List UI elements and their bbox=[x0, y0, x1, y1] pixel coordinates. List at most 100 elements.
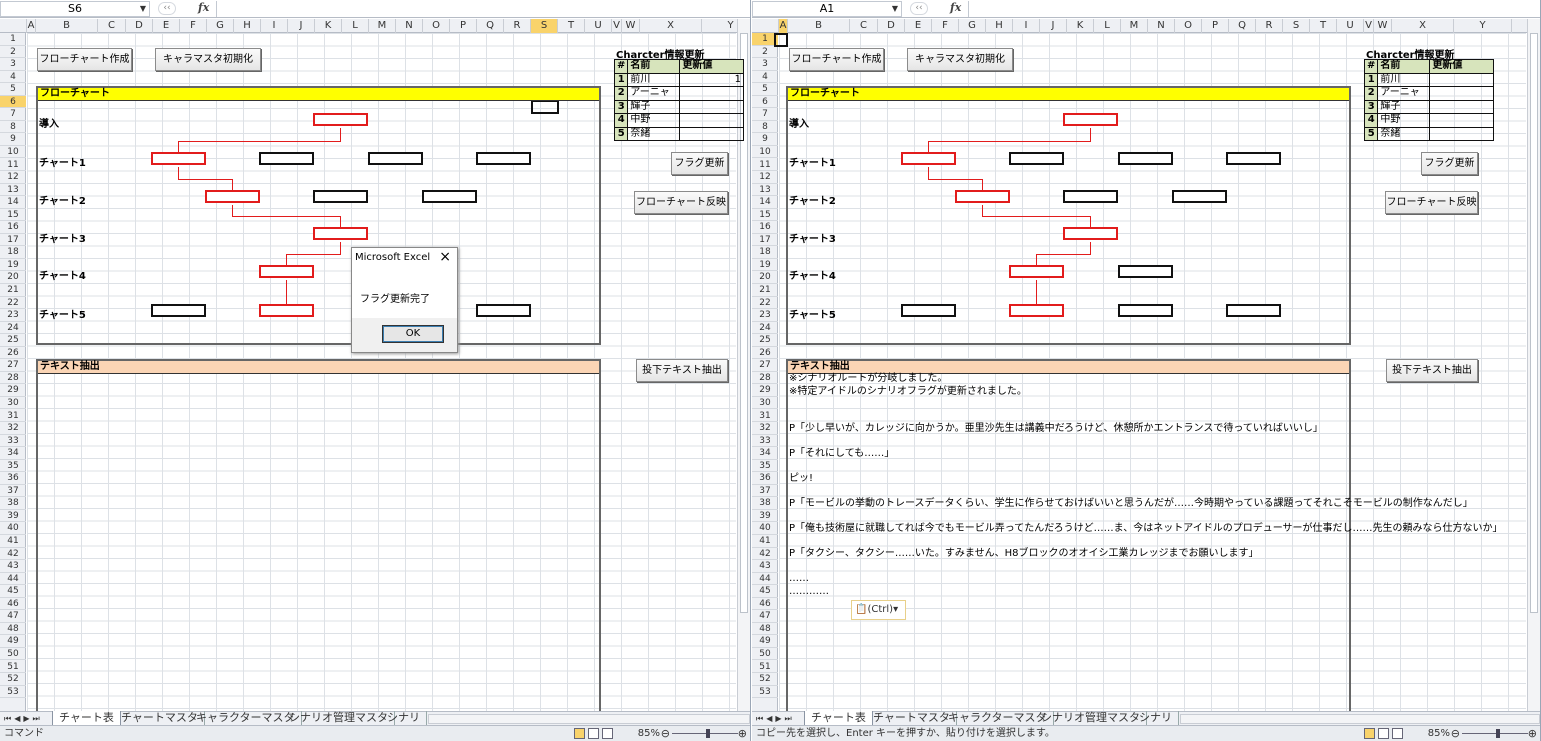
column-letter[interactable]: G bbox=[959, 19, 986, 33]
flow-node[interactable] bbox=[1118, 304, 1173, 317]
zoom-level[interactable]: 85% bbox=[1428, 726, 1450, 741]
table-cell[interactable] bbox=[1429, 126, 1494, 141]
column-header[interactable]: ABCDEFGHIJKLMNOPQRSTUVWXY bbox=[0, 19, 750, 33]
table-cell[interactable] bbox=[679, 99, 744, 114]
init-chara-button[interactable]: キャラマスタ初期化 bbox=[907, 48, 1013, 71]
zoom-out-icon[interactable]: ⊖ bbox=[1451, 726, 1460, 741]
column-letter[interactable]: C bbox=[98, 19, 126, 33]
name-box[interactable]: S6 ▼ bbox=[0, 1, 150, 17]
row-number[interactable]: 50 bbox=[752, 648, 778, 661]
row-number[interactable]: 9 bbox=[752, 133, 778, 146]
column-letter[interactable]: Y bbox=[1454, 19, 1512, 33]
row-number[interactable]: 37 bbox=[0, 485, 26, 498]
selected-cell[interactable] bbox=[774, 33, 788, 47]
tab-scenario[interactable]: シナリ bbox=[1133, 711, 1179, 726]
row-number[interactable]: 21 bbox=[752, 284, 778, 297]
row-number[interactable]: 52 bbox=[752, 673, 778, 686]
page-layout-icon[interactable] bbox=[588, 728, 599, 739]
row-number[interactable]: 23 bbox=[752, 309, 778, 322]
flow-node[interactable] bbox=[151, 304, 206, 317]
row-number[interactable]: 17 bbox=[752, 234, 778, 247]
row-number[interactable]: 52 bbox=[0, 673, 26, 686]
flow-node[interactable] bbox=[476, 152, 531, 165]
table-cell[interactable]: 奈緒 bbox=[627, 126, 681, 141]
row-number[interactable]: 39 bbox=[0, 510, 26, 523]
row-number[interactable]: 9 bbox=[0, 133, 26, 146]
row-number[interactable]: 8 bbox=[0, 121, 26, 134]
flow-node[interactable] bbox=[1172, 190, 1227, 203]
row-number[interactable]: 37 bbox=[752, 485, 778, 498]
row-number[interactable]: 27 bbox=[0, 359, 26, 372]
extract-text-button[interactable]: 投下テキスト抽出 bbox=[1386, 359, 1478, 382]
flow-node[interactable] bbox=[205, 190, 260, 203]
create-flowchart-button[interactable]: フローチャート作成 bbox=[789, 48, 884, 71]
flow-node[interactable] bbox=[151, 152, 206, 165]
column-letter[interactable]: R bbox=[1256, 19, 1283, 33]
row-number[interactable]: 17 bbox=[0, 234, 26, 247]
row-number[interactable]: 30 bbox=[0, 397, 26, 410]
row-number[interactable]: 19 bbox=[0, 259, 26, 272]
column-letter[interactable]: L bbox=[1094, 19, 1121, 33]
row-number[interactable]: 10 bbox=[0, 146, 26, 159]
flow-node[interactable] bbox=[259, 265, 314, 278]
zoom-slider[interactable] bbox=[1462, 729, 1528, 738]
tab-scenario-master[interactable]: シナリオ管理マスタ bbox=[1035, 711, 1147, 726]
column-letter[interactable]: V bbox=[612, 19, 622, 33]
table-cell[interactable]: 1 bbox=[1363, 72, 1379, 87]
column-letter[interactable]: P bbox=[1202, 19, 1229, 33]
row-number[interactable]: 38 bbox=[752, 497, 778, 510]
column-letter[interactable]: T bbox=[1310, 19, 1337, 33]
row-number[interactable]: 2 bbox=[0, 46, 26, 59]
row-number[interactable]: 11 bbox=[0, 159, 26, 171]
column-letter[interactable]: E bbox=[153, 19, 180, 33]
row-number[interactable]: 7 bbox=[752, 108, 778, 121]
row-number[interactable]: 42 bbox=[752, 548, 778, 561]
row-number[interactable]: 5 bbox=[0, 83, 26, 96]
table-cell[interactable]: 輝子 bbox=[627, 99, 681, 114]
column-letter[interactable]: N bbox=[1148, 19, 1175, 33]
table-cell[interactable]: 前川 bbox=[1377, 72, 1431, 87]
flow-node-intro[interactable] bbox=[313, 113, 368, 126]
flow-node[interactable] bbox=[901, 304, 956, 317]
table-cell[interactable]: 5 bbox=[1363, 126, 1379, 141]
row-number[interactable]: 45 bbox=[0, 585, 26, 598]
row-number[interactable]: 28 bbox=[0, 372, 26, 385]
row-number[interactable]: 33 bbox=[752, 435, 778, 448]
row-number[interactable]: 31 bbox=[752, 410, 778, 422]
row-number[interactable]: 7 bbox=[0, 108, 26, 121]
flow-node[interactable] bbox=[1063, 227, 1118, 240]
column-letter[interactable]: M bbox=[1121, 19, 1148, 33]
flow-node[interactable] bbox=[313, 227, 368, 240]
tab-nav-arrows-icon[interactable]: ⏮◀▶⏭ bbox=[4, 712, 43, 726]
table-cell[interactable]: 4 bbox=[613, 113, 629, 128]
tab-chart-table[interactable]: チャート表 bbox=[52, 711, 121, 726]
row-number[interactable]: 22 bbox=[0, 297, 26, 310]
reflect-flowchart-button[interactable]: フローチャート反映 bbox=[1385, 191, 1478, 214]
column-letter[interactable]: S bbox=[531, 19, 558, 33]
row-number[interactable]: 8 bbox=[752, 121, 778, 134]
flow-node[interactable] bbox=[1118, 152, 1173, 165]
row-number[interactable]: 53 bbox=[752, 686, 778, 699]
table-cell[interactable]: 1 bbox=[679, 72, 744, 87]
row-number[interactable]: 26 bbox=[0, 347, 26, 360]
fx-icon[interactable]: fx bbox=[950, 1, 961, 14]
table-cell[interactable] bbox=[679, 86, 744, 101]
text-line[interactable]: P「タクシー、タクシー……いた。すみません、H8ブロックのオオイシ工業カレッジま… bbox=[789, 548, 1259, 561]
formula-input[interactable] bbox=[968, 1, 1538, 17]
column-letter[interactable]: C bbox=[850, 19, 878, 33]
reflect-flowchart-button[interactable]: フローチャート反映 bbox=[634, 191, 728, 214]
row-number[interactable]: 20 bbox=[0, 271, 26, 284]
row-number[interactable]: 43 bbox=[752, 560, 778, 573]
flow-node-intro[interactable] bbox=[1063, 113, 1118, 126]
row-number[interactable]: 26 bbox=[752, 347, 778, 360]
flow-node[interactable] bbox=[1226, 152, 1281, 165]
column-letter[interactable]: T bbox=[558, 19, 585, 33]
row-number[interactable]: 11 bbox=[752, 159, 778, 171]
flow-node[interactable] bbox=[422, 190, 477, 203]
row-number[interactable]: 42 bbox=[0, 548, 26, 561]
column-letter[interactable]: L bbox=[342, 19, 369, 33]
row-number[interactable]: 27 bbox=[752, 359, 778, 372]
row-number[interactable]: 39 bbox=[752, 510, 778, 523]
table-cell[interactable]: 前川 bbox=[627, 72, 681, 87]
row-number[interactable]: 2 bbox=[752, 46, 778, 59]
